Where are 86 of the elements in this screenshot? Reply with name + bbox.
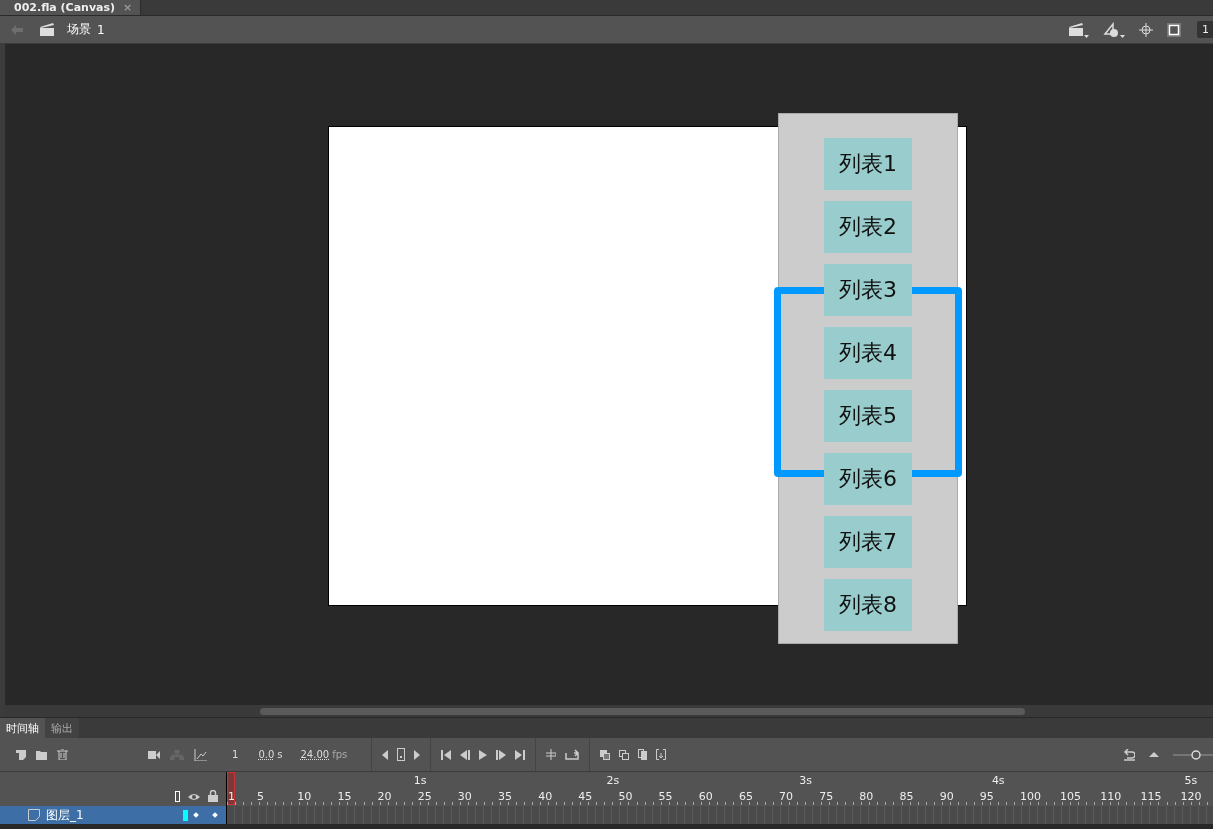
layer-color-swatch[interactable]	[183, 809, 188, 821]
elapsed-time[interactable]: 0.0	[258, 749, 275, 760]
first-frame-icon[interactable]	[441, 749, 452, 760]
clip-frame-icon[interactable]	[1167, 22, 1181, 37]
zoom-slider-icon[interactable]	[1173, 749, 1213, 760]
horizontal-scrollbar[interactable]	[0, 705, 1213, 717]
frame-rate-unit: fps	[332, 749, 348, 760]
frame-number: 15	[337, 790, 352, 803]
step-right-icon[interactable]	[414, 749, 421, 760]
list-item: 列表6	[824, 453, 912, 505]
seconds-label: 3s	[799, 774, 812, 787]
frame-number: 50	[618, 790, 633, 803]
seconds-label: 2s	[606, 774, 620, 787]
list-item: 列表5	[824, 390, 912, 442]
onion-markers-icon[interactable]	[656, 749, 667, 760]
trash-icon[interactable]	[57, 749, 68, 760]
list-item: 列表4	[824, 327, 912, 379]
graph-icon[interactable]	[194, 748, 207, 761]
scene-number: 1	[97, 22, 105, 37]
frame-number: 1	[228, 790, 235, 803]
seconds-label: 1s	[413, 774, 427, 787]
frame-rate[interactable]: 24.00	[300, 749, 330, 760]
layer-icon	[28, 809, 40, 821]
frame-number: 120	[1180, 790, 1202, 803]
frame-number: 30	[457, 790, 472, 803]
frame-number: 25	[417, 790, 432, 803]
frame-number: 110	[1100, 790, 1122, 803]
zoom-field[interactable]: 1	[1197, 21, 1213, 38]
document-tab[interactable]: 002.fla (Canvas) ×	[0, 0, 142, 15]
panel-tab[interactable]: 时间轴	[0, 718, 45, 738]
camera-icon[interactable]	[148, 749, 160, 760]
eye-icon[interactable]	[188, 792, 200, 802]
next-frame-icon[interactable]	[496, 749, 507, 760]
lock-icon[interactable]	[208, 790, 218, 802]
outline-icon[interactable]	[175, 791, 180, 802]
list-item: 列表8	[824, 579, 912, 631]
frame-number: 35	[498, 790, 512, 803]
last-frame-icon[interactable]	[515, 749, 526, 760]
previous-frame-icon[interactable]	[460, 749, 471, 760]
frame-number: 100	[1019, 790, 1041, 803]
frame-number: 20	[377, 790, 392, 803]
frame-number: 90	[939, 790, 954, 803]
loop-icon[interactable]	[565, 749, 580, 760]
frame-cells[interactable]	[226, 806, 1213, 824]
symbol-dropdown-icon[interactable]	[1103, 21, 1125, 38]
play-icon[interactable]	[479, 749, 488, 760]
undo-loop-icon[interactable]	[1123, 748, 1135, 761]
frame-number: 45	[578, 790, 593, 803]
layer-row[interactable]: 图层_1	[0, 806, 226, 824]
frame-number: 105	[1060, 790, 1082, 803]
up-caret-icon[interactable]	[1149, 752, 1159, 757]
step-left-icon[interactable]	[382, 749, 389, 760]
seconds-label: 5s	[1184, 774, 1198, 787]
new-layer-icon[interactable]	[16, 749, 26, 760]
panel-tab[interactable]: 输出	[45, 718, 79, 738]
frame-number: 40	[538, 790, 553, 803]
folder-icon[interactable]	[36, 749, 47, 760]
onion-skin-icon[interactable]	[600, 749, 611, 760]
seconds-label: 4s	[991, 774, 1005, 787]
frame-number: 80	[859, 790, 874, 803]
onion-outline-icon[interactable]	[619, 749, 630, 760]
list-item: 列表1	[824, 138, 912, 190]
frame-number: 70	[779, 790, 794, 803]
crosshair-icon[interactable]	[1139, 22, 1153, 37]
list-item: 列表3	[824, 264, 912, 316]
frame-number: 95	[979, 790, 994, 803]
list-item: 列表7	[824, 516, 912, 568]
clapperboard-dropdown-icon[interactable]	[1068, 21, 1089, 38]
frame-number: 60	[698, 790, 713, 803]
center-frame-icon[interactable]	[397, 748, 406, 761]
insert-frame-icon[interactable]	[546, 749, 557, 760]
frame-number: 55	[658, 790, 673, 803]
frame-number: 65	[738, 790, 753, 803]
frame-number: 115	[1140, 790, 1162, 803]
scene-label: 场景	[67, 21, 91, 38]
list-item: 列表2	[824, 201, 912, 253]
frame-number: 75	[819, 790, 834, 803]
frame-number: 10	[297, 790, 312, 803]
frame-number: 5	[257, 790, 265, 803]
frame-number: 85	[899, 790, 914, 803]
time-unit: s	[277, 749, 283, 760]
edit-multiple-frames-icon[interactable]	[638, 749, 648, 760]
clapperboard-icon[interactable]	[39, 22, 55, 37]
playhead[interactable]	[227, 772, 235, 805]
layer-name: 图层_1	[46, 806, 85, 824]
current-frame: 1	[232, 749, 239, 760]
